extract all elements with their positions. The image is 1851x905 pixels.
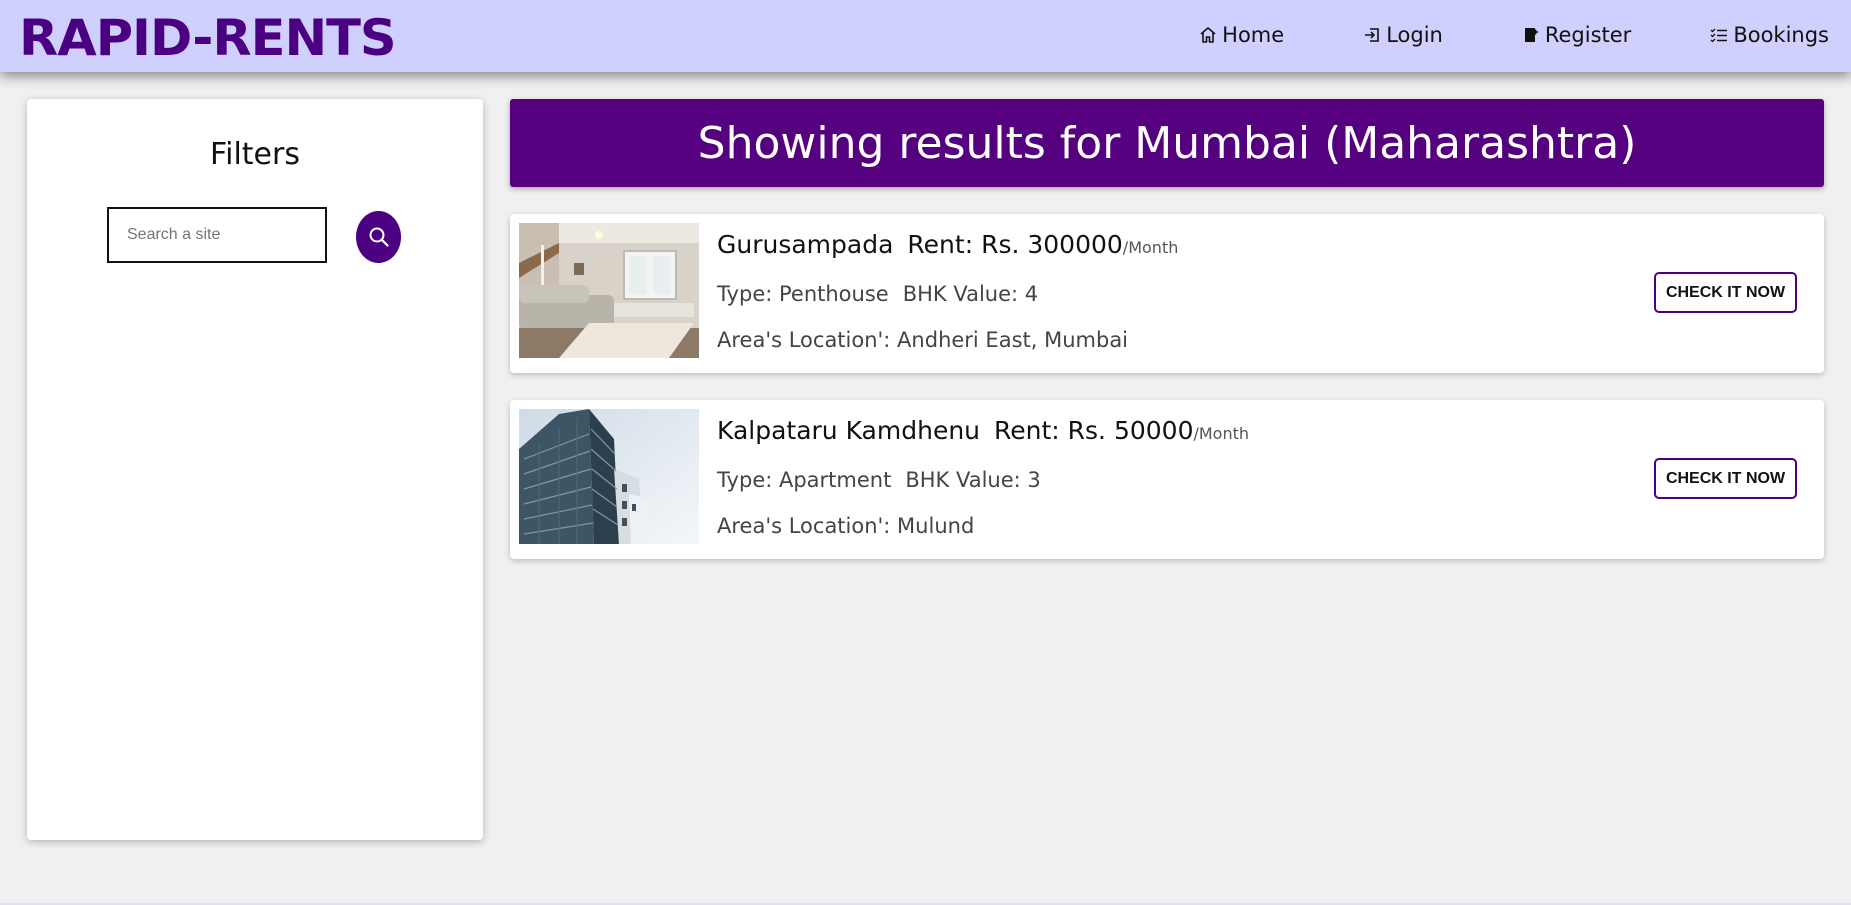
listing-type: Type: Apartment — [717, 468, 892, 492]
filters-panel: Filters — [27, 99, 483, 840]
nav-register-label: Register — [1544, 23, 1632, 47]
listing-bhk: BHK Value: 3 — [905, 468, 1041, 492]
listing-bhk: BHK Value: 4 — [902, 282, 1039, 306]
nav-login-link[interactable]: Login — [1362, 20, 1443, 50]
listing-details-line: Type: Penthouse BHK Value: 4 — [717, 282, 1038, 306]
check-it-now-button[interactable]: CHECK IT NOW — [1654, 272, 1797, 313]
listing-location: Area's Location': Mulund — [717, 514, 975, 538]
listing-rent-period: /Month — [1193, 424, 1250, 443]
check-it-now-button[interactable]: CHECK IT NOW — [1654, 458, 1797, 499]
listing-rent: Rent: Rs. 300000 — [907, 230, 1123, 259]
listing-title-line: Gurusampada Rent: Rs. 300000/Month — [717, 230, 1178, 259]
navbar: RAPID-RENTS Home Login Register Bookings — [0, 0, 1851, 72]
nav-links: Home Login Register Bookings — [1120, 20, 1829, 50]
nav-bookings-label: Bookings — [1733, 23, 1829, 47]
listing-rent: Rent: Rs. 50000 — [994, 416, 1194, 445]
living-room-photo — [519, 223, 699, 358]
nav-bookings-link[interactable]: Bookings — [1709, 20, 1829, 50]
register-icon — [1524, 28, 1538, 42]
listing-title-line: Kalpataru Kamdhenu Rent: Rs. 50000/Month — [717, 416, 1249, 445]
nav-home-link[interactable]: Home — [1198, 20, 1284, 50]
nav-login-label: Login — [1386, 23, 1443, 47]
building-photo — [519, 409, 699, 544]
login-icon — [1365, 28, 1379, 42]
brand-logo[interactable]: RAPID-RENTS — [19, 8, 397, 68]
search-input[interactable] — [107, 207, 327, 263]
search-icon — [369, 227, 389, 247]
listing-name: Gurusampada — [717, 230, 894, 259]
listing-card: Gurusampada Rent: Rs. 300000/Month Type: … — [510, 214, 1824, 373]
home-icon — [1200, 27, 1216, 43]
list-icon — [1710, 28, 1728, 43]
listing-photo[interactable] — [519, 409, 699, 544]
listing-rent-period: /Month — [1122, 238, 1179, 257]
filters-title: Filters — [210, 137, 300, 172]
results-heading: Showing results for Mumbai (Maharashtra) — [510, 99, 1824, 187]
listing-card: Kalpataru Kamdhenu Rent: Rs. 50000/Month … — [510, 400, 1824, 559]
search-button[interactable] — [356, 211, 401, 263]
nav-register-link[interactable]: Register — [1521, 20, 1631, 50]
listing-details-line: Type: Apartment BHK Value: 3 — [717, 468, 1041, 492]
listing-photo[interactable] — [519, 223, 699, 358]
listing-type: Type: Penthouse — [717, 282, 889, 306]
listing-location: Area's Location': Andheri East, Mumbai — [717, 328, 1129, 352]
listing-name: Kalpataru Kamdhenu — [717, 416, 981, 445]
nav-home-label: Home — [1222, 23, 1285, 47]
